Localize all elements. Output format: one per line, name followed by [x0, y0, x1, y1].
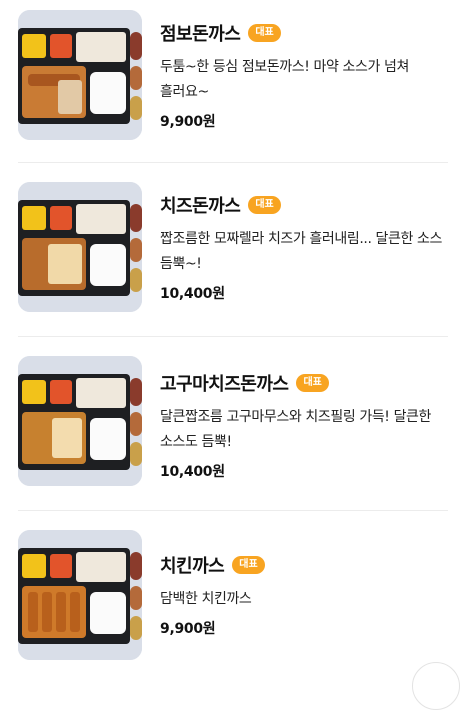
divider	[18, 336, 448, 337]
scroll-top-button[interactable]	[412, 662, 460, 710]
divider	[18, 510, 448, 511]
menu-item-photo	[18, 530, 142, 660]
menu-item[interactable]: 치킨까스 대표 담백한 치킨까스 9,900원	[0, 520, 466, 692]
menu-item-description: 두툼~한 등심 점보돈까스! 마약 소스가 넘쳐 흘러요~	[160, 59, 409, 100]
menu-item-info: 치즈돈까스 대표 짭조름한 모짜렐라 치즈가 흘러내림... 달큰한 소스 듬뿍…	[160, 193, 448, 303]
signature-badge: 대표	[296, 374, 329, 392]
menu-item-price: 9,900원	[160, 621, 216, 637]
signature-badge: 대표	[248, 196, 281, 214]
menu-item-name: 점보돈까스	[160, 24, 241, 45]
menu-item-price: 9,900원	[160, 114, 216, 130]
menu-item-photo	[18, 356, 142, 486]
menu-item-info: 점보돈까스 대표 두툼~한 등심 점보돈까스! 마약 소스가 넘쳐 흘러요~ 9…	[160, 21, 448, 131]
menu-item-description: 짭조름한 모짜렐라 치즈가 흘러내림... 달큰한 소스 듬뿍~!	[160, 231, 443, 272]
menu-item-photo	[18, 10, 142, 140]
menu-item-description: 달큰짭조름 고구마무스와 치즈필링 가득! 달큰한 소스도 듬뿍!	[160, 409, 432, 450]
menu-item-name: 고구마치즈돈까스	[160, 374, 289, 395]
signature-badge: 대표	[232, 556, 265, 574]
menu-item-name: 치킨까스	[160, 556, 225, 577]
menu-item-description: 담백한 치킨까스	[160, 591, 252, 607]
menu-item[interactable]: 고구마치즈돈까스 대표 달큰짭조름 고구마무스와 치즈필링 가득! 달큰한 소스…	[0, 346, 466, 518]
menu-item-price: 10,400원	[160, 286, 225, 302]
menu-item[interactable]: 점보돈까스 대표 두툼~한 등심 점보돈까스! 마약 소스가 넘쳐 흘러요~ 9…	[0, 0, 466, 172]
divider	[18, 162, 448, 163]
menu-item-info: 고구마치즈돈까스 대표 달큰짭조름 고구마무스와 치즈필링 가득! 달큰한 소스…	[160, 371, 448, 481]
menu-item-price: 10,400원	[160, 464, 225, 480]
menu-item[interactable]: 치즈돈까스 대표 짭조름한 모짜렐라 치즈가 흘러내림... 달큰한 소스 듬뿍…	[0, 172, 466, 344]
menu-item-photo	[18, 182, 142, 312]
menu-item-name: 치즈돈까스	[160, 196, 241, 217]
signature-badge: 대표	[248, 24, 281, 42]
menu-item-info: 치킨까스 대표 담백한 치킨까스 9,900원	[160, 553, 448, 638]
